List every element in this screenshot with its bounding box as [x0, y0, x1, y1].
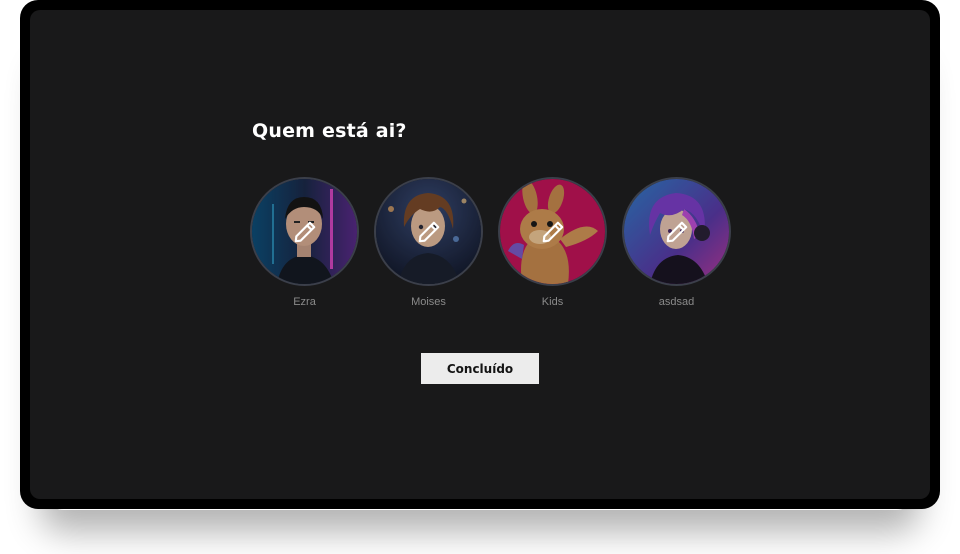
profile-kids[interactable]: Kids: [498, 177, 607, 308]
profile-ezra[interactable]: Ezra: [250, 177, 359, 308]
screen: Quem está ai? Ezra Moises Kids asdsad Co…: [30, 10, 930, 499]
avatar[interactable]: [498, 177, 607, 286]
profile-name: asdsad: [658, 296, 695, 308]
profile-list: Ezra Moises Kids asdsad: [250, 177, 731, 308]
done-button[interactable]: Concluído: [421, 353, 539, 384]
pencil-icon[interactable]: [416, 219, 442, 245]
avatar[interactable]: [374, 177, 483, 286]
pencil-icon[interactable]: [292, 219, 318, 245]
profile-moises[interactable]: Moises: [374, 177, 483, 308]
device-frame: Quem está ai? Ezra Moises Kids asdsad Co…: [20, 0, 940, 509]
profile-name: Moises: [411, 296, 446, 308]
pencil-icon[interactable]: [664, 219, 690, 245]
page-title: Quem está ai?: [252, 120, 407, 142]
profile-name: Ezra: [293, 296, 316, 308]
avatar[interactable]: [622, 177, 731, 286]
pencil-icon[interactable]: [540, 219, 566, 245]
profile-asdsad[interactable]: asdsad: [622, 177, 731, 308]
stage: Quem está ai? Ezra Moises Kids asdsad Co…: [0, 0, 960, 554]
profile-name: Kids: [541, 296, 564, 308]
avatar[interactable]: [250, 177, 359, 286]
